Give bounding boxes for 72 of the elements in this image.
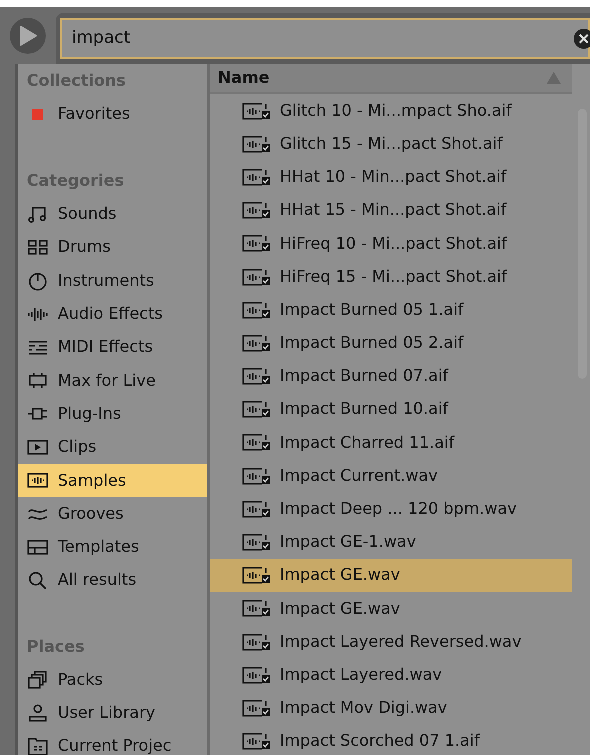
file-row[interactable]: HiFreq 15 - Mi...pact Shot.aif	[210, 260, 572, 294]
grid-icon	[27, 237, 49, 258]
file-row[interactable]: Impact Mov Digi.wav	[210, 691, 572, 725]
audio-file-icon	[242, 698, 272, 718]
file-row[interactable]: Impact Burned 07.aif	[210, 360, 572, 393]
file-row[interactable]: HHat 15 - Min...pact Shot.aif	[210, 194, 572, 227]
section-heading: Collections	[26, 70, 128, 92]
user-icon	[27, 702, 49, 723]
audio-file-icon	[242, 166, 272, 187]
file-row[interactable]: Impact Burned 10.aif	[210, 392, 572, 426]
sidebar-item[interactable]: Audio Effects	[18, 297, 207, 330]
audio-file-icon	[242, 366, 272, 386]
play-button[interactable]	[10, 18, 46, 54]
audio-file-icon	[242, 532, 272, 552]
sidebar-item[interactable]: Plug-Ins	[18, 397, 207, 430]
file-row[interactable]: HiFreq 10 - Mi...pact Shot.aif	[210, 226, 572, 260]
stacked-windows-icon	[27, 670, 49, 690]
audio-file-icon	[242, 598, 272, 618]
audio-file-icon	[242, 632, 272, 652]
file-row[interactable]: Impact Deep ... 120 bpm.wav	[210, 492, 572, 526]
file-row[interactable]: Impact Charred 11.aif	[210, 426, 572, 460]
sidebar-item[interactable]: Drums	[18, 230, 207, 264]
sidebar-item[interactable]: Favorites	[18, 97, 207, 130]
audio-file-icon	[242, 466, 272, 486]
clip-icon	[27, 437, 49, 458]
audio-file-icon	[242, 498, 272, 519]
sidebar-item[interactable]: MIDI Effects	[18, 330, 207, 364]
sidebar-item[interactable]: Templates	[18, 530, 207, 564]
file-row[interactable]: Impact Layered Reversed.wav	[210, 625, 572, 658]
audio-file-icon	[242, 300, 272, 320]
sidebar-item[interactable]: Sounds	[18, 197, 207, 231]
audio-file-icon	[242, 233, 272, 254]
audio-file-icon	[242, 100, 272, 121]
sidebar-item[interactable]: Clips	[18, 430, 207, 464]
sidebar-item[interactable]: Current Projec	[18, 729, 207, 755]
file-row[interactable]: Impact Scorched 07 1.aif	[210, 724, 572, 755]
sidebar-item[interactable]: Instruments	[18, 264, 207, 298]
search-field[interactable]: impact	[60, 18, 590, 59]
section-heading: Categories	[26, 170, 126, 192]
file-row[interactable]: Impact GE.wav	[210, 592, 572, 625]
file-row[interactable]: Glitch 10 - Mi...mpact Sho.aif	[210, 94, 572, 128]
sidebar-item[interactable]: Grooves	[18, 496, 207, 530]
sidebar-item[interactable]: All results	[18, 564, 207, 597]
sidebar-item[interactable]: Samples	[18, 464, 207, 497]
audio-file-icon	[242, 565, 272, 586]
audio-file-icon	[242, 332, 272, 353]
play-icon	[18, 24, 38, 46]
audio-file-icon	[242, 200, 272, 220]
audio-file-icon	[242, 731, 272, 752]
file-row[interactable]: Impact GE.wav	[210, 558, 572, 592]
file-row[interactable]: HHat 10 - Min...pact Shot.aif	[210, 160, 572, 194]
audio-file-icon	[242, 664, 272, 685]
file-row[interactable]: Impact Current.wav	[210, 459, 572, 492]
file-row[interactable]: Impact Burned 05 1.aif	[210, 293, 572, 326]
section-heading: Places	[26, 636, 86, 658]
file-row[interactable]: Impact Burned 05 2.aif	[210, 326, 572, 360]
sidebar-item[interactable]: Max for Live	[18, 364, 207, 398]
folder-icon	[27, 736, 49, 755]
sidebar-item[interactable]: User Library	[18, 696, 207, 730]
sample-icon	[27, 470, 49, 490]
file-row[interactable]: Impact GE-1.wav	[210, 525, 572, 559]
plug-device-icon	[27, 370, 49, 390]
close-icon	[579, 34, 589, 44]
file-row[interactable]: Impact Layered.wav	[210, 658, 572, 692]
sidebar-item[interactable]: Packs	[18, 662, 207, 696]
audio-file-icon	[242, 432, 272, 452]
audio-file-icon	[242, 399, 272, 420]
audio-file-icon	[242, 134, 272, 154]
power-knob-icon	[27, 270, 49, 291]
file-row[interactable]: Glitch 15 - Mi...pact Shot.aif	[210, 127, 572, 160]
audio-file-icon	[242, 266, 272, 287]
search-icon	[27, 570, 49, 590]
